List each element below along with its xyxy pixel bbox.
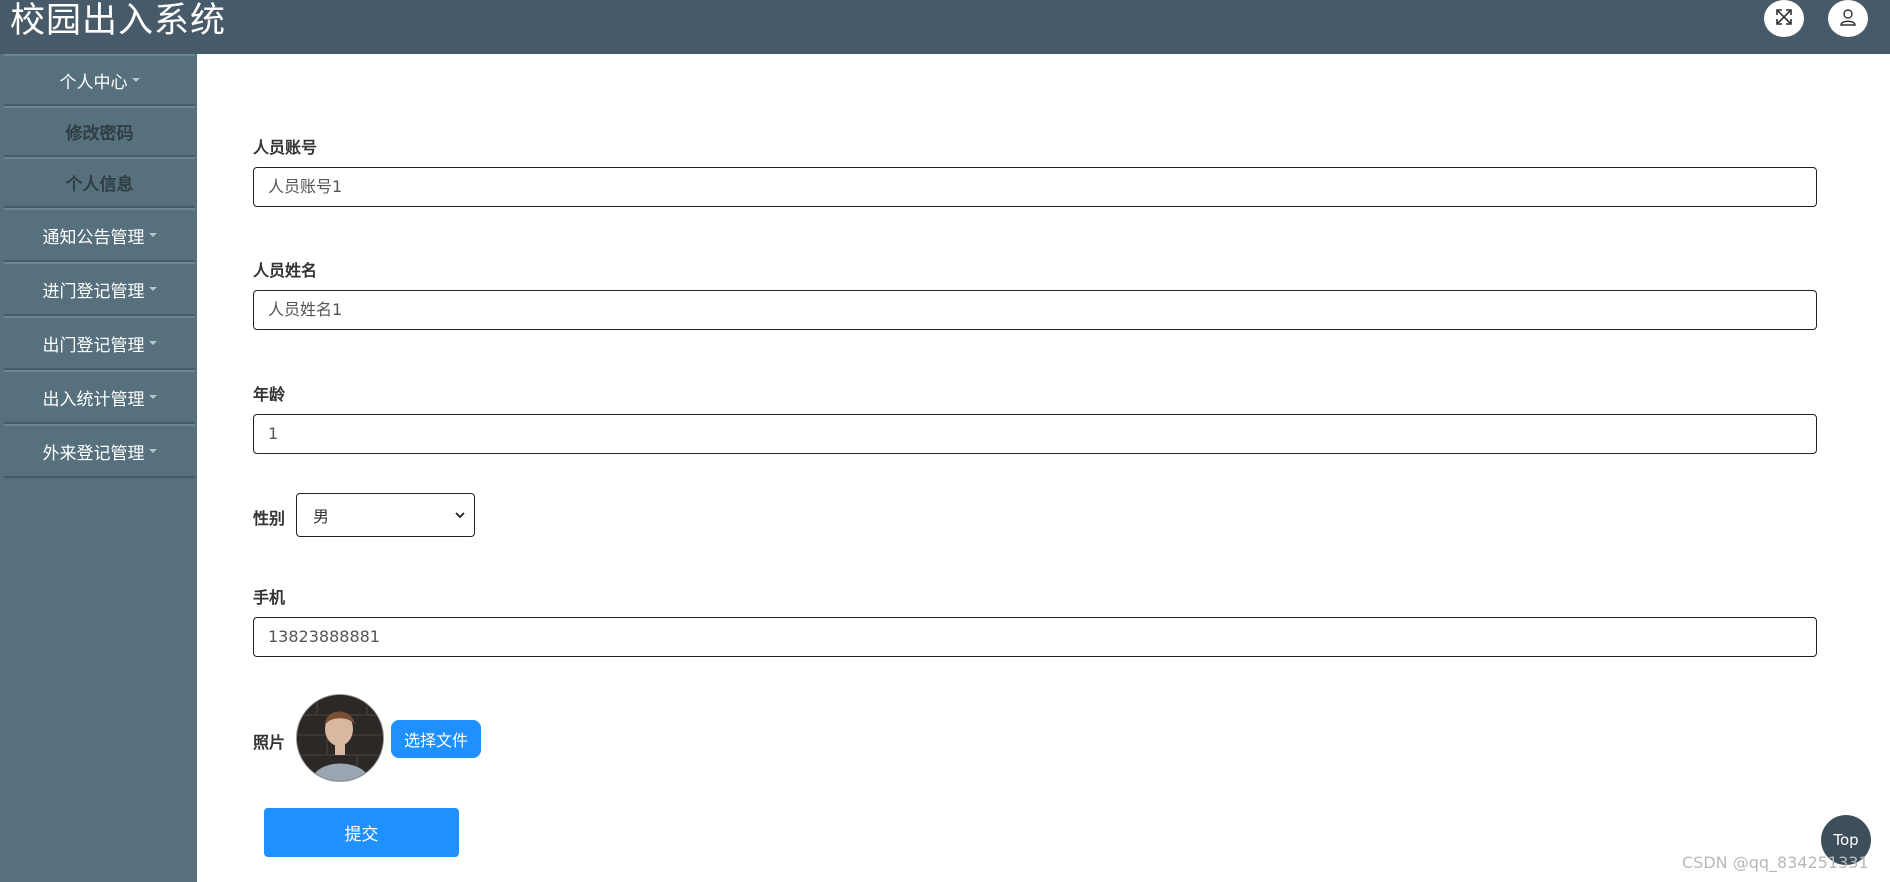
user-icon	[1838, 7, 1858, 31]
main-content: 人员账号 人员账号1 人员姓名 人员姓名1 年龄 1 性别 男 手机 13823…	[197, 54, 1890, 882]
fullscreen-icon	[1774, 7, 1794, 31]
account-label: 人员账号	[253, 138, 318, 157]
chevron-down-icon	[148, 233, 157, 237]
gender-label: 性别	[253, 509, 286, 528]
choose-file-button[interactable]: 选择文件	[391, 720, 481, 758]
chevron-down-icon	[148, 341, 157, 345]
sidebar-item-label: 出入统计管理	[42, 389, 145, 410]
sidebar-item-change-password[interactable]: 修改密码	[4, 106, 195, 157]
sidebar-item-label: 外来登记管理	[42, 443, 145, 464]
age-input[interactable]: 1	[253, 414, 1817, 454]
chevron-down-icon	[148, 395, 157, 399]
sidebar-item-exit-management[interactable]: 出门登记管理	[4, 316, 195, 370]
submit-button[interactable]: 提交	[264, 808, 459, 857]
gender-select-value: 男	[313, 507, 330, 526]
sidebar-item-label: 进门登记管理	[42, 281, 145, 302]
chevron-down-icon	[454, 506, 466, 525]
sidebar-item-notice-management[interactable]: 通知公告管理	[4, 208, 195, 262]
sidebar-item-visitor-management[interactable]: 外来登记管理	[4, 424, 195, 478]
chevron-down-icon	[148, 287, 157, 291]
sidebar-item-entry-management[interactable]: 进门登记管理	[4, 262, 195, 316]
name-input[interactable]: 人员姓名1	[253, 290, 1817, 330]
chevron-down-icon	[148, 449, 157, 453]
gender-select[interactable]: 男	[296, 493, 475, 537]
watermark: CSDN @qq_834251331	[1682, 853, 1869, 872]
top-bar: 校园出入系统	[0, 0, 1890, 54]
avatar	[296, 694, 384, 782]
sidebar: 个人中心 修改密码 个人信息 通知公告管理 进门登记管理 出门登记管理 出入统计…	[0, 54, 197, 882]
sidebar-item-personal-center[interactable]: 个人中心	[4, 54, 195, 106]
sidebar-item-label: 修改密码	[65, 124, 134, 144]
account-input[interactable]: 人员账号1	[253, 167, 1817, 207]
user-button[interactable]	[1828, 0, 1868, 37]
sidebar-item-label: 个人中心	[59, 72, 128, 93]
phone-label: 手机	[253, 588, 286, 607]
phone-input[interactable]: 13823888881	[253, 617, 1817, 657]
photo-label: 照片	[253, 733, 286, 752]
sidebar-item-statistics-management[interactable]: 出入统计管理	[4, 370, 195, 424]
sidebar-item-personal-info[interactable]: 个人信息	[4, 157, 195, 208]
app-title: 校园出入系统	[10, 1, 227, 41]
sidebar-item-label: 通知公告管理	[42, 227, 145, 248]
sidebar-item-label: 出门登记管理	[42, 335, 145, 356]
sidebar-item-label: 个人信息	[65, 175, 134, 195]
name-label: 人员姓名	[253, 261, 318, 280]
age-label: 年龄	[253, 385, 286, 404]
chevron-down-icon	[131, 78, 140, 82]
fullscreen-button[interactable]	[1764, 0, 1804, 37]
